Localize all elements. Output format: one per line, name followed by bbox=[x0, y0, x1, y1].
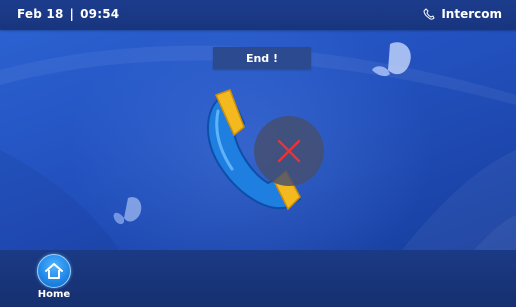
intercom-icon bbox=[423, 8, 435, 20]
close-x-icon bbox=[277, 139, 301, 163]
time-text: 09:54 bbox=[80, 7, 120, 21]
app-title: Intercom bbox=[423, 7, 502, 21]
datetime: Feb 18 | 09:54 bbox=[17, 7, 120, 21]
butterfly-icon bbox=[113, 197, 142, 225]
home-label: Home bbox=[37, 289, 71, 300]
call-status-banner: End ! bbox=[213, 47, 311, 69]
status-bar: Feb 18 | 09:54 Intercom bbox=[0, 0, 516, 30]
bottom-navigation-bar bbox=[0, 250, 516, 307]
date-text: Feb 18 bbox=[17, 7, 64, 21]
home-icon-circle bbox=[37, 254, 71, 288]
app-title-text: Intercom bbox=[441, 7, 502, 21]
home-icon bbox=[45, 263, 63, 279]
home-button[interactable]: Home bbox=[34, 254, 74, 304]
intercom-screen: Feb 18 | 09:54 Intercom End ! Home bbox=[0, 0, 516, 307]
end-call-indicator bbox=[254, 116, 324, 186]
